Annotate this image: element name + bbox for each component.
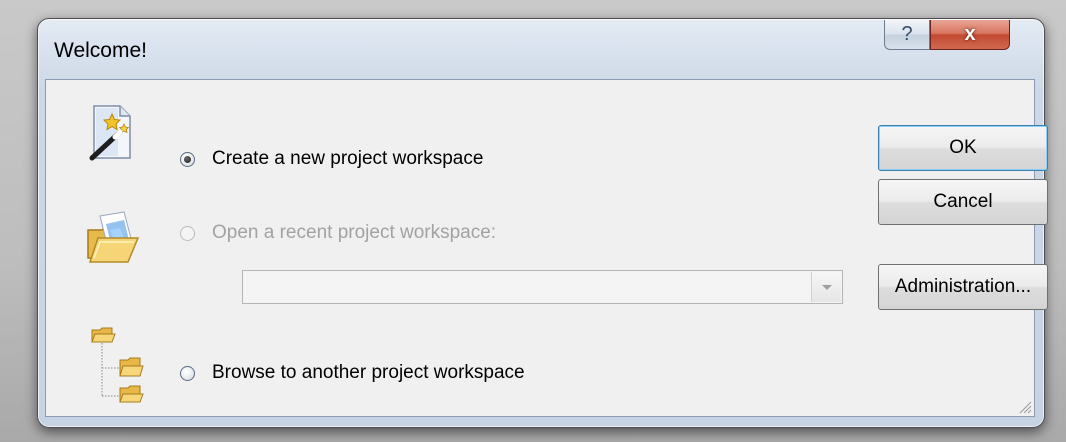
radio-browse[interactable] <box>180 365 195 381</box>
option-create-new[interactable]: Create a new project workspace <box>180 148 483 170</box>
option-open-recent[interactable]: Open a recent project workspace: <box>180 222 496 244</box>
ok-button[interactable]: OK <box>878 125 1048 171</box>
dialog-title: Welcome! <box>54 39 147 62</box>
dialog-content: Create a new project workspace Open a re… <box>45 79 1048 417</box>
welcome-dialog: Welcome! ? x Create a new project worksp… <box>37 18 1048 428</box>
recent-workspace-combo[interactable] <box>242 270 843 304</box>
close-button[interactable]: x <box>930 20 1010 50</box>
wizard-wand-icon <box>89 105 131 161</box>
folder-tree-icon <box>91 327 144 403</box>
option-open-recent-label: Open a recent project workspace: <box>212 222 497 243</box>
administration-button[interactable]: Administration... <box>878 264 1048 310</box>
radio-create-new[interactable] <box>180 151 195 167</box>
resize-grip-icon[interactable] <box>1016 398 1032 414</box>
close-icon: x <box>964 23 976 45</box>
option-create-new-label: Create a new project workspace <box>212 148 484 169</box>
cancel-button[interactable]: Cancel <box>878 179 1048 225</box>
option-browse-label: Browse to another project workspace <box>212 362 525 383</box>
chevron-down-icon[interactable] <box>811 272 841 302</box>
help-button[interactable]: ? <box>884 20 930 50</box>
radio-open-recent[interactable] <box>180 225 195 241</box>
title-bar[interactable]: Welcome! ? x <box>38 19 1044 79</box>
open-folder-icon <box>87 211 140 263</box>
option-browse[interactable]: Browse to another project workspace <box>180 362 525 384</box>
help-icon: ? <box>901 23 913 45</box>
